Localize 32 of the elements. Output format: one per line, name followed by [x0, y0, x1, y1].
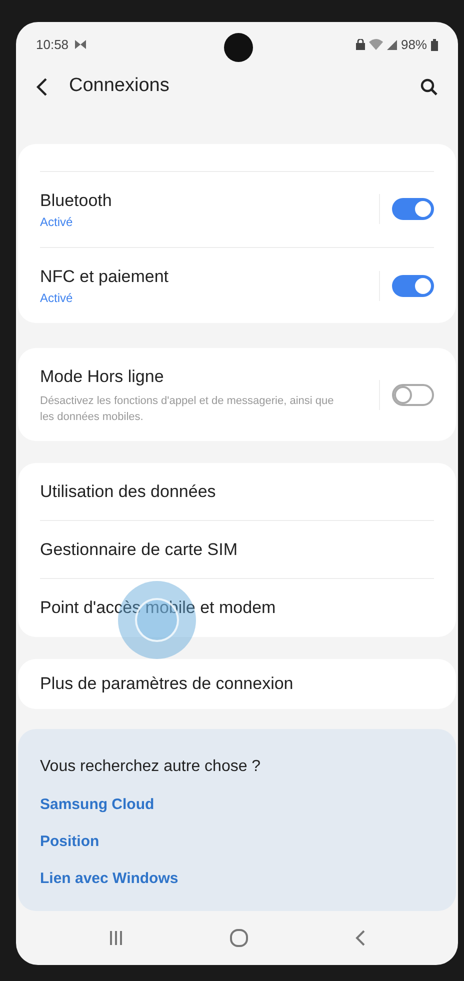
setting-title: Bluetooth: [40, 190, 112, 212]
status-time: 10:58: [36, 36, 69, 54]
setting-description: Désactivez les fonctions d'appel et de messagerie, ainsi que les données mobiles.: [40, 394, 335, 425]
toggle-switch[interactable]: [392, 274, 434, 297]
menu-item[interactable]: Utilisation des données: [40, 478, 216, 504]
home-icon[interactable]: [230, 928, 248, 947]
menu-item[interactable]: Gestionnaire de carte SIM: [40, 536, 238, 562]
camera-hole-icon: [224, 33, 253, 62]
suggestion-link[interactable]: Lien avec Windows: [40, 870, 178, 887]
recent-apps-icon[interactable]: [109, 930, 124, 945]
wifi-icon: [368, 39, 383, 50]
lock-icon: [356, 39, 365, 50]
settings-row[interactable]: NFC et paiement Activé: [40, 248, 434, 324]
page-title: Connexions: [69, 74, 170, 98]
menu-item[interactable]: Plus de paramètres de connexion: [40, 671, 294, 697]
battery-level: 98%: [400, 36, 427, 54]
setting-title: NFC et paiement: [40, 266, 168, 288]
settings-row[interactable]: Bluetooth Activé: [40, 172, 434, 248]
setting-status: Activé: [40, 290, 74, 308]
battery-icon: [431, 38, 438, 50]
setting-status: Activé: [40, 214, 74, 232]
toggle-switch[interactable]: [392, 198, 434, 220]
suggestion-link[interactable]: Position: [40, 832, 100, 850]
back-icon[interactable]: [36, 78, 48, 96]
signal-icon: [386, 40, 397, 50]
search-icon[interactable]: [420, 78, 438, 96]
setting-title: Mode Hors ligne: [40, 366, 165, 388]
suggestion-link[interactable]: Samsung Cloud: [40, 796, 154, 813]
menu-item[interactable]: Point d'accès mobile et modem: [40, 595, 276, 621]
notification-icon: [74, 40, 86, 49]
toggle-switch[interactable]: [392, 384, 434, 406]
suggestions-heading: Vous recherchez autre chose ?: [40, 756, 262, 777]
